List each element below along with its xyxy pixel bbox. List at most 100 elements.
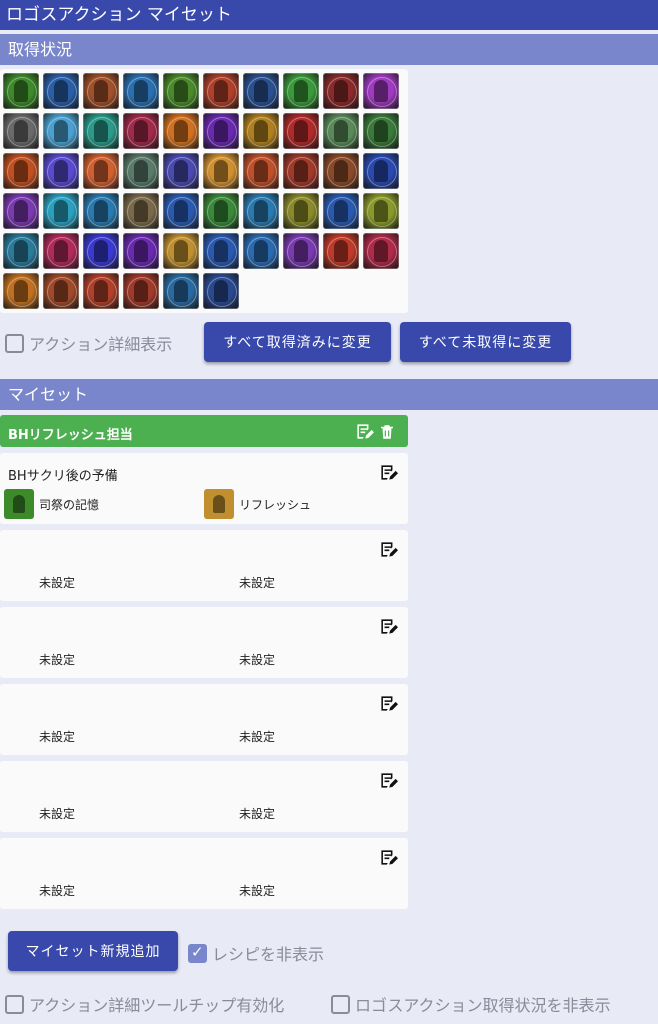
myset-card[interactable]: 未設定 未設定 [0, 530, 408, 601]
action-icon[interactable] [203, 193, 239, 229]
action-icon[interactable] [163, 153, 199, 189]
action-icon[interactable] [3, 73, 39, 109]
action-icon[interactable] [363, 193, 399, 229]
myset-card[interactable]: BHサクリ後の予備 司祭の記憶 リフレッシュ [0, 453, 408, 524]
checkbox-icon[interactable] [5, 333, 24, 353]
action-icon[interactable] [123, 233, 159, 269]
action-icon[interactable] [83, 193, 119, 229]
add-myset-button[interactable]: マイセット新規追加 [8, 931, 178, 971]
action-icon[interactable] [43, 73, 79, 109]
action-icon[interactable] [283, 153, 319, 189]
action-icon[interactable] [363, 153, 399, 189]
checkbox-icon[interactable] [5, 994, 24, 1014]
all-unacquired-button[interactable]: すべて未取得に変更 [400, 322, 571, 362]
myset-slot-2[interactable]: 未設定 [239, 882, 275, 899]
edit-note-icon[interactable] [379, 694, 398, 713]
hide-recipe-checkbox-row[interactable]: レシピを非表示 [188, 941, 324, 965]
edit-note-icon[interactable] [355, 422, 374, 441]
action-icon[interactable] [123, 153, 159, 189]
action-icon[interactable] [243, 113, 279, 149]
myset-slot-1[interactable]: 未設定 [39, 574, 75, 591]
myset-title: BHリフレッシュ担当 [8, 428, 133, 443]
action-icon[interactable] [323, 233, 359, 269]
action-icon[interactable] [203, 153, 239, 189]
myset-card[interactable]: 未設定 未設定 [0, 838, 408, 909]
action-icon[interactable] [203, 113, 239, 149]
hide-recipe-label: レシピを非表示 [212, 945, 325, 964]
action-icon[interactable] [323, 193, 359, 229]
action-icon[interactable] [243, 233, 279, 269]
action-icon[interactable] [123, 193, 159, 229]
action-icon[interactable] [363, 113, 399, 149]
action-icon[interactable] [363, 73, 399, 109]
action-icon[interactable] [43, 273, 79, 309]
action-icon[interactable] [83, 73, 119, 109]
myset-card[interactable]: 未設定 未設定 [0, 761, 408, 832]
action-icon[interactable] [43, 113, 79, 149]
edit-note-icon[interactable] [379, 848, 398, 867]
edit-note-icon[interactable] [379, 540, 398, 559]
action-icon[interactable] [163, 273, 199, 309]
hide-status-checkbox-row[interactable]: ロゴスアクション取得状況を非表示 [331, 992, 611, 1016]
action-icon[interactable] [3, 113, 39, 149]
section-header-status: 取得状況 [0, 34, 658, 65]
action-icon[interactable] [323, 73, 359, 109]
action-icon[interactable] [243, 73, 279, 109]
detail-checkbox-label: アクション詳細表示 [29, 335, 173, 354]
myset-slot-1[interactable]: 未設定 [39, 805, 75, 822]
action-icon[interactable] [83, 273, 119, 309]
action-icon[interactable] [163, 193, 199, 229]
action-icon[interactable] [123, 273, 159, 309]
all-acquired-button[interactable]: すべて取得済みに変更 [204, 322, 391, 362]
action-icon[interactable] [3, 153, 39, 189]
myset-slot-2[interactable]: 未設定 [239, 574, 275, 591]
myset-card-active[interactable]: BHリフレッシュ担当 [0, 415, 408, 447]
action-icon[interactable] [323, 113, 359, 149]
action-icon[interactable] [83, 113, 119, 149]
action-icon[interactable] [43, 233, 79, 269]
myset-slot-2[interactable]: 未設定 [239, 651, 275, 668]
action-icon[interactable] [123, 73, 159, 109]
checkbox-icon[interactable] [188, 943, 207, 963]
action-icon[interactable] [203, 73, 239, 109]
trash-icon[interactable] [378, 422, 396, 442]
action-icon-grid [3, 73, 399, 309]
action-icon[interactable] [83, 233, 119, 269]
myset-slot-1[interactable]: 未設定 [39, 882, 75, 899]
myset-card[interactable]: 未設定 未設定 [0, 607, 408, 678]
action-icon[interactable] [123, 113, 159, 149]
myset-slot-1[interactable]: 司祭の記憶 [4, 489, 99, 519]
action-icon[interactable] [243, 153, 279, 189]
action-icon[interactable] [83, 153, 119, 189]
action-icon[interactable] [3, 273, 39, 309]
action-icon[interactable] [323, 153, 359, 189]
checkbox-icon[interactable] [331, 994, 350, 1014]
edit-note-icon[interactable] [379, 463, 398, 482]
action-icon[interactable] [283, 73, 319, 109]
edit-note-icon[interactable] [379, 617, 398, 636]
myset-slot-1[interactable]: 未設定 [39, 728, 75, 745]
action-icon[interactable] [43, 193, 79, 229]
action-icon[interactable] [43, 153, 79, 189]
action-icon[interactable] [363, 233, 399, 269]
action-icon[interactable] [203, 233, 239, 269]
myset-slot-2[interactable]: 未設定 [239, 728, 275, 745]
action-icon[interactable] [243, 193, 279, 229]
tooltip-checkbox-row[interactable]: アクション詳細ツールチップ有効化 [5, 992, 284, 1016]
action-icon[interactable] [163, 113, 199, 149]
action-icon[interactable] [283, 233, 319, 269]
action-icon[interactable] [3, 193, 39, 229]
action-icon[interactable] [163, 73, 199, 109]
action-icon[interactable] [3, 233, 39, 269]
detail-checkbox-row[interactable]: アクション詳細表示 [5, 331, 172, 355]
myset-slot-1[interactable]: 未設定 [39, 651, 75, 668]
action-icon[interactable] [203, 273, 239, 309]
myset-title: BHサクリ後の予備 [8, 469, 118, 484]
action-icon[interactable] [283, 113, 319, 149]
action-icon[interactable] [283, 193, 319, 229]
myset-card[interactable]: 未設定 未設定 [0, 684, 408, 755]
action-icon[interactable] [163, 233, 199, 269]
edit-note-icon[interactable] [379, 771, 398, 790]
myset-slot-2[interactable]: リフレッシュ [204, 489, 311, 519]
myset-slot-2[interactable]: 未設定 [239, 805, 275, 822]
